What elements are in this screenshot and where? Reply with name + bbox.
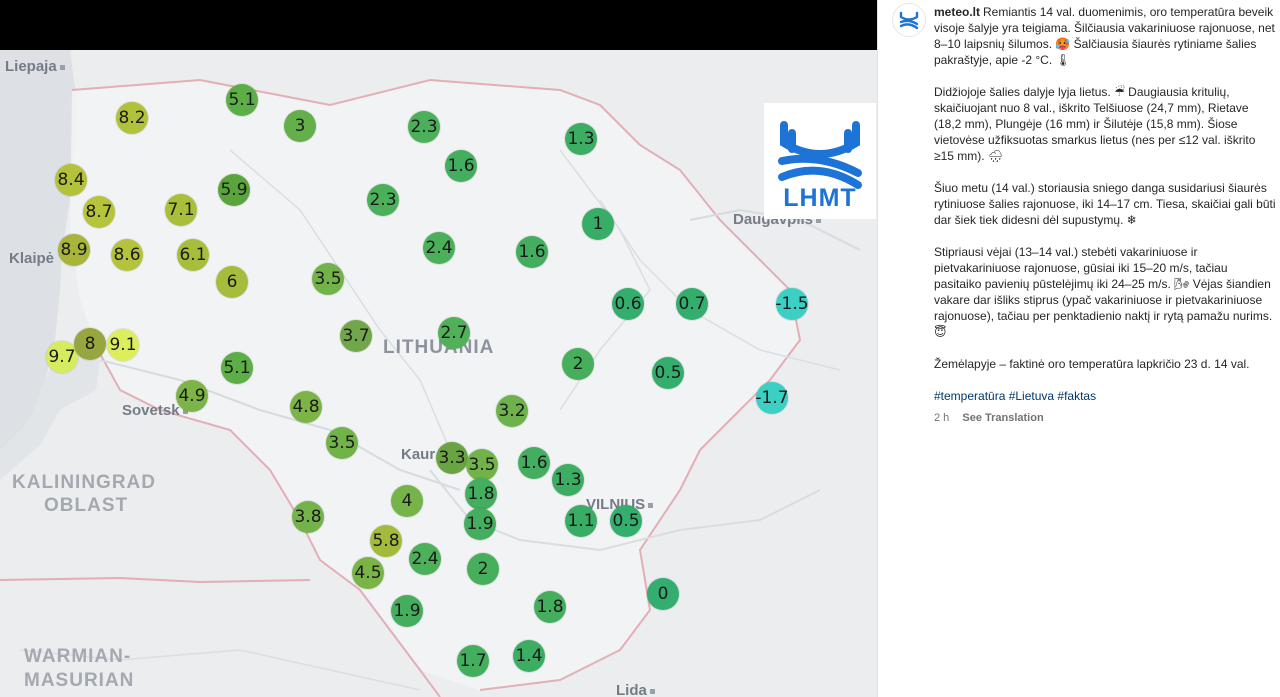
temperature-marker[interactable]: 3.2 — [496, 395, 528, 427]
caption-paragraph: Žemėlapyje – faktinė oro temperatūra lap… — [934, 357, 1250, 371]
temperature-marker[interactable]: 1.6 — [518, 447, 550, 479]
temperature-marker[interactable]: 4.5 — [352, 557, 384, 589]
temperature-marker[interactable]: 1.1 — [565, 505, 597, 537]
temperature-marker[interactable]: 2.3 — [367, 184, 399, 216]
temperature-marker[interactable]: 3 — [284, 110, 316, 142]
post-panel: meteo.lt Remiantis 14 val. duomenimis, or… — [877, 0, 1280, 697]
temperature-marker[interactable]: -1.7 — [755, 382, 789, 414]
temperature-marker[interactable]: 3.5 — [326, 427, 358, 459]
place-label: Kaur — [401, 446, 436, 463]
temperature-marker[interactable]: 0.5 — [652, 357, 684, 389]
username-link[interactable]: meteo.lt — [934, 5, 980, 19]
temperature-marker[interactable]: 1.9 — [391, 595, 423, 627]
temperature-marker[interactable]: 1.6 — [516, 236, 548, 268]
caption-paragraph: Didžiojoje šalies dalyje lyja lietus. ☔ … — [934, 85, 1256, 163]
temperature-marker[interactable]: 1.7 — [457, 645, 489, 677]
temperature-marker[interactable]: 3.5 — [466, 449, 498, 481]
temperature-marker[interactable]: 8.7 — [83, 196, 115, 228]
temperature-marker[interactable]: 1.3 — [552, 464, 584, 496]
region-label: KALININGRAD — [12, 472, 156, 493]
temperature-marker[interactable]: 1.6 — [445, 150, 477, 182]
post-meta: 2 h See Translation — [934, 410, 1278, 426]
region-label: OBLAST — [44, 495, 129, 516]
temperature-marker[interactable]: 2.3 — [408, 111, 440, 143]
caption-paragraph: Šiuo metu (14 val.) storiausia sniego da… — [934, 181, 1276, 227]
lhmt-avatar-icon — [899, 11, 919, 30]
top-black-bar — [0, 0, 877, 50]
place-label: Lida — [616, 682, 655, 697]
temperature-marker[interactable]: -1.5 — [775, 288, 809, 320]
logo-text: LHMT — [783, 184, 857, 212]
temperature-marker[interactable]: 1.3 — [565, 123, 597, 155]
temperature-marker[interactable]: 3.5 — [312, 263, 344, 295]
temperature-marker[interactable]: 8.6 — [111, 239, 143, 271]
temperature-marker[interactable]: 2.7 — [438, 317, 470, 349]
see-translation-button[interactable]: See Translation — [962, 412, 1043, 424]
temperature-marker[interactable]: 1.4 — [513, 640, 545, 672]
temperature-marker[interactable]: 3.7 — [340, 320, 372, 352]
map-basemap — [0, 50, 861, 697]
temperature-marker[interactable]: 0.5 — [610, 505, 642, 537]
temperature-marker[interactable]: 3.8 — [292, 501, 324, 533]
temperature-marker[interactable]: 6.1 — [177, 239, 209, 271]
place-label: Liepaja — [5, 58, 65, 76]
lhmt-logo: LHMT — [764, 103, 876, 219]
temperature-marker[interactable]: 5.1 — [221, 352, 253, 384]
temperature-marker[interactable]: 0 — [647, 578, 679, 610]
region-label: WARMIAN- — [24, 646, 132, 667]
temperature-marker[interactable]: 8.2 — [116, 102, 148, 134]
post-time[interactable]: 2 h — [934, 412, 949, 424]
temperature-marker[interactable]: 4.8 — [290, 391, 322, 423]
region-label: MASURIAN — [24, 670, 135, 691]
temperature-marker[interactable]: 4.9 — [176, 380, 208, 412]
temperature-marker[interactable]: 2.4 — [409, 543, 441, 575]
temperature-marker[interactable]: 7.1 — [165, 194, 197, 226]
temperature-marker[interactable]: 9.1 — [107, 329, 139, 361]
temperature-marker[interactable]: 2 — [562, 348, 594, 380]
temperature-marker[interactable]: 8.4 — [55, 164, 87, 196]
temperature-marker[interactable]: 3.3 — [436, 442, 468, 474]
place-label: Klaipė — [9, 250, 55, 267]
temperature-marker[interactable]: 1.8 — [534, 591, 566, 623]
temperature-marker[interactable]: 2 — [467, 553, 499, 585]
temperature-marker[interactable]: 1.9 — [464, 508, 496, 540]
hashtags-links[interactable]: #temperatūra #Lietuva #faktas — [934, 388, 1278, 404]
temperature-marker[interactable]: 6 — [216, 266, 248, 298]
post-caption: meteo.lt Remiantis 14 val. duomenimis, or… — [934, 4, 1278, 426]
avatar[interactable] — [892, 3, 926, 37]
temperature-marker[interactable]: 1.8 — [465, 478, 497, 510]
temperature-marker[interactable]: 8 — [74, 328, 106, 360]
temperature-marker[interactable]: 0.7 — [676, 288, 708, 320]
temperature-marker[interactable]: 8.9 — [58, 234, 90, 266]
temperature-map[interactable]: Liepaja Klaipė Sovetsk Kaur VILNIUS Daug… — [0, 50, 877, 697]
temperature-marker[interactable]: 5.1 — [226, 84, 258, 116]
temperature-marker[interactable]: 0.6 — [612, 288, 644, 320]
temperature-marker[interactable]: 4 — [391, 485, 423, 517]
caption-paragraph: Remiantis 14 val. duomenimis, oro temper… — [934, 5, 1275, 67]
temperature-marker[interactable]: 5.9 — [218, 174, 250, 206]
temperature-marker[interactable]: 1 — [582, 208, 614, 240]
temperature-marker[interactable]: 5.8 — [370, 525, 402, 557]
caption-paragraph: Stipriausi vėjai (13–14 val.) stebėti va… — [934, 245, 1273, 339]
temperature-marker[interactable]: 2.4 — [423, 232, 455, 264]
